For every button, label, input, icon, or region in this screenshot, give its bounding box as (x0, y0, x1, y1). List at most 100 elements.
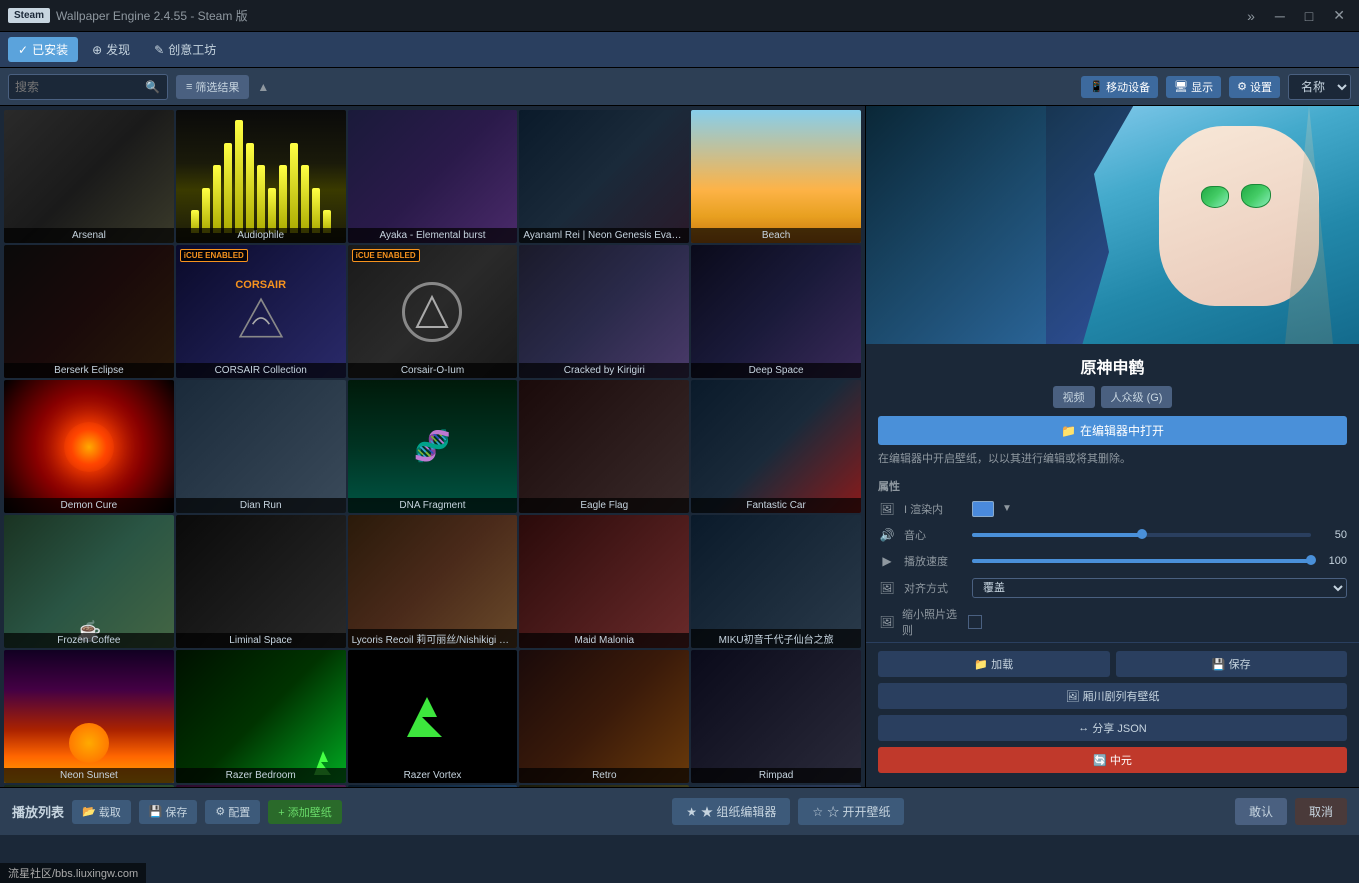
volume-value: 50 (1319, 529, 1347, 541)
toolbar-spacer: ▲ (257, 80, 1073, 94)
installed-icon: ✓ (18, 43, 28, 57)
properties-label: 属性 (878, 478, 1347, 494)
wallpaper-item-miku[interactable]: MIKU初音千代子仙台之旅 (691, 515, 861, 648)
preview-info: 原神申鹤 视频 人众级 (G) 📁 在编辑器中打开 在编辑器中开启壁纸，以以其进… (866, 344, 1359, 642)
display-button[interactable]: 🖥 显示 (1166, 76, 1221, 98)
wallpaper-item-lycoris[interactable]: Lycoris Recoil 莉可丽丝/Nishikigi Chisato 35 (348, 515, 518, 648)
share-json-button[interactable]: ↔ 分享 JSON (878, 715, 1347, 741)
workshop-button[interactable]: ✎ 创意工坊 (144, 37, 226, 62)
load-playlist-button[interactable]: 📂 载取 (72, 800, 131, 824)
workshop-icon: ✎ (154, 43, 164, 57)
wallpaper-item-neonsunset[interactable]: Neon Sunset (4, 650, 174, 783)
wallpaper-item-beach[interactable]: Beach (691, 110, 861, 243)
wallpaper-item-maid[interactable]: Maid Malonia (519, 515, 689, 648)
workshop-label: 创意工坊 (168, 41, 216, 58)
watermark-text: 流星社区/bbs.liuxingw.com (8, 868, 138, 880)
discover-button[interactable]: ⊕ 发现 (82, 37, 140, 62)
speed-slider[interactable] (972, 559, 1311, 563)
delete-button[interactable]: 🔄 中元 (878, 747, 1347, 773)
preview-bg (866, 106, 1359, 344)
preview-label: 缩小照片选则 (902, 606, 962, 638)
main-layout: Arsenal AudiophileAyaka - Elemental burs… (0, 106, 1359, 787)
wallpaper-item-frozencoffee[interactable]: ☕ Frozen Coffee (4, 515, 174, 648)
rating-tag[interactable]: 人众级 (G) (1101, 386, 1173, 408)
edit-button[interactable]: ★ ★ 组纸编辑器 (672, 798, 790, 825)
wallpaper-item-liminalspace[interactable]: Liminal Space (176, 515, 346, 648)
wallpaper-item-retro[interactable]: Retro (519, 650, 689, 783)
config-icon: ⚙ (215, 805, 225, 818)
close-button[interactable]: ✕ (1327, 5, 1351, 26)
wallpaper-item-shimmering[interactable]: Shimmering Particles (176, 785, 346, 787)
wallpaper-item-demoncure[interactable]: Demon Cure (4, 380, 174, 513)
installed-button[interactable]: ✓ 已安装 (8, 37, 78, 62)
search-input[interactable] (15, 80, 145, 94)
wallpaper-item-eagle[interactable]: Eagle Flag (519, 380, 689, 513)
browse-icon: 🖼 (1066, 690, 1080, 703)
wallpaper-item-razerbedroom[interactable]: Razer Bedroom (176, 650, 346, 783)
settings-button[interactable]: ⚙ 设置 (1229, 76, 1280, 98)
playlist-label: 播放列表 (12, 802, 64, 821)
mobile-button[interactable]: 📱 移动设备 (1081, 76, 1158, 98)
right-panel: 原神申鹤 视频 人众级 (G) 📁 在编辑器中打开 在编辑器中开启壁纸，以以其进… (865, 106, 1359, 787)
wallpaper-item-ayaka[interactable]: Ayaka - Elemental burst (348, 110, 518, 243)
add-wallpaper-button[interactable]: + 添加壁纸 (268, 800, 341, 824)
edit-label: ★ 组纸编辑器 (701, 803, 776, 820)
open-in-editor-button[interactable]: 📁 在编辑器中打开 (878, 416, 1347, 445)
align-select[interactable]: 覆盖 (972, 578, 1347, 598)
wallpaper-item-cracked[interactable]: Cracked by Kirigiri (519, 245, 689, 378)
cancel-button[interactable]: 取消 (1295, 798, 1347, 825)
browse-wallpapers-button[interactable]: 🖼 厢川剧列有壁纸 (878, 683, 1347, 709)
add-label: + 添加壁纸 (278, 804, 331, 820)
default-button[interactable]: 敢认 (1235, 798, 1287, 825)
maximize-button[interactable]: □ (1299, 6, 1319, 26)
toolbar: 🔍 ≡ 筛选结果 ▲ 📱 移动设备 🖥 显示 ⚙ 设置 名称 (0, 68, 1359, 106)
wallpaper-item-ayanamirei[interactable]: Ayanaml Rei | Neon Genesis Evangelion (519, 110, 689, 243)
wallpaper-item-deepspace[interactable]: Deep Space (691, 245, 861, 378)
anime-eye-right (1241, 184, 1271, 208)
wallpaper-item-audiophile[interactable]: Audiophile (176, 110, 346, 243)
wallpaper-item-iodine[interactable]: Iodine (348, 785, 518, 787)
filter-button[interactable]: ≡ 筛选结果 (176, 75, 249, 99)
minimize-button[interactable]: ─ (1269, 6, 1291, 26)
delete-label: 中元 (1110, 752, 1132, 768)
preview-checkbox-row: 🖼 缩小照片选则 (878, 606, 1347, 638)
save-playlist-button[interactable]: 💾 保存 (139, 800, 198, 824)
wallpaper-grid: Arsenal AudiophileAyaka - Elemental burs… (0, 106, 865, 787)
color-picker[interactable] (972, 501, 994, 517)
wallpaper-item-fantasticcar[interactable]: Fantastic Car (691, 380, 861, 513)
save-icon: 💾 (1212, 658, 1226, 671)
wallpaper-item-berserk[interactable]: Berserk Eclipse (4, 245, 174, 378)
filter-label: 筛选结果 (195, 79, 239, 95)
load-config-button[interactable]: 📁 加载 (878, 651, 1110, 677)
load-playlist-label: 载取 (99, 804, 121, 820)
wallpaper-item-yuanshen[interactable]: in制申鹤 (691, 785, 861, 787)
open-wallpaper-button[interactable]: ☆ ☆ 开开壁纸 (798, 798, 904, 825)
volume-label: 音心 (904, 527, 964, 543)
sort-select[interactable]: 名称 (1288, 74, 1351, 100)
wallpaper-item-dianrun[interactable]: Dian Run (176, 380, 346, 513)
wallpaper-item-corsair[interactable]: CORSAIR iCUE ENABLEDCORSAIR Collection (176, 245, 346, 378)
wallpaper-item-legends[interactable]: UI JIA - Super Mario/LOL(Legends Wallpap… (519, 785, 689, 787)
wallpaper-item-rimpad[interactable]: Rimpad (691, 650, 861, 783)
wallpaper-item-arsenal[interactable]: Arsenal (4, 110, 174, 243)
preview-bg-left (866, 106, 1046, 344)
scene-label: I 渲染内 (904, 501, 964, 517)
open-label: ☆ 开开壁纸 (827, 803, 890, 820)
wallpaper-item-razervortex[interactable]: Razer Vortex (348, 650, 518, 783)
preview-checkbox[interactable] (968, 615, 982, 629)
save-config-button[interactable]: 💾 保存 (1116, 651, 1348, 677)
config-row-3: ↔ 分享 JSON (878, 715, 1347, 741)
wallpaper-item-sheep[interactable]: Sheep (4, 785, 174, 787)
discover-icon: ⊕ (92, 43, 102, 57)
expand-button[interactable]: » (1241, 6, 1261, 26)
align-property-row: 🖼 对齐方式 覆盖 (878, 578, 1347, 598)
config-playlist-button[interactable]: ⚙ 配置 (205, 800, 260, 824)
delete-icon: 🔄 (1093, 754, 1107, 767)
wallpaper-item-dna[interactable]: 🧬 DNA Fragment (348, 380, 518, 513)
wallpaper-item-corsairo[interactable]: iCUE ENABLEDCorsair-O-Ium (348, 245, 518, 378)
volume-slider[interactable] (972, 533, 1311, 537)
open-icon: ☆ (812, 805, 823, 819)
browse-label: 厢川剧列有壁纸 (1082, 688, 1159, 704)
type-tag[interactable]: 视频 (1053, 386, 1095, 408)
settings-icon: ⚙ (1237, 80, 1247, 93)
